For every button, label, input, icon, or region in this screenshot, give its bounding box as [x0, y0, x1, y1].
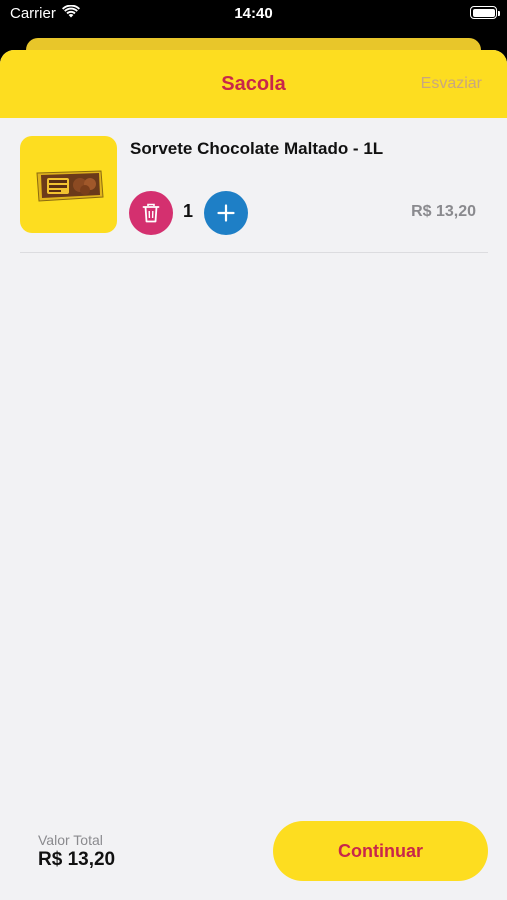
remove-item-button[interactable] [129, 191, 173, 235]
plus-icon [217, 204, 235, 222]
ice-cream-package-icon [35, 169, 104, 202]
battery-icon [470, 6, 500, 19]
product-name: Sorvete Chocolate Maltado - 1L [130, 139, 384, 158]
app-screen: Carrier 14:40 Sacola Esvaziar Sorvete Ch… [0, 0, 507, 900]
total-value: R$ 13,20 [38, 849, 116, 870]
quantity-value: 1 [182, 201, 193, 221]
item-price: R$ 13,20 [411, 203, 476, 220]
total-label: Valor Total [38, 832, 103, 848]
trash-icon [142, 203, 160, 223]
cart-item: Sorvete Chocolate Maltado - 1L 1 R$ 13,2… [20, 136, 488, 254]
continue-button[interactable]: Continuar [273, 821, 488, 881]
status-bar: Carrier 14:40 [0, 0, 507, 30]
status-time: 14:40 [234, 5, 273, 22]
cart-content: Sorvete Chocolate Maltado - 1L 1 R$ 13,2… [0, 50, 507, 900]
item-divider [20, 252, 488, 253]
product-image [20, 136, 117, 233]
add-item-button[interactable] [204, 191, 248, 235]
